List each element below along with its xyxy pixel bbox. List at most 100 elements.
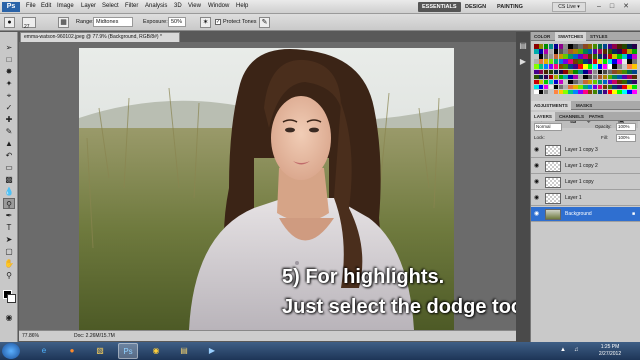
swatch[interactable] (617, 74, 622, 80)
swatch[interactable] (578, 89, 583, 95)
firefox-icon[interactable]: ● (62, 343, 82, 359)
swatch[interactable] (602, 69, 608, 75)
swatch[interactable] (553, 54, 559, 59)
swatch[interactable] (587, 84, 593, 90)
swatch[interactable] (587, 44, 593, 49)
swatch[interactable] (597, 74, 603, 80)
photoshop-icon[interactable]: Ps (118, 343, 138, 359)
swatch[interactable] (632, 49, 637, 54)
swatch[interactable] (583, 64, 588, 69)
swatch[interactable] (558, 69, 564, 75)
swatch[interactable] (612, 69, 617, 75)
swatch[interactable] (578, 54, 583, 59)
swatch[interactable] (563, 54, 568, 59)
eraser-tool-icon[interactable]: ▭ (3, 162, 15, 173)
swatch[interactable] (548, 84, 554, 90)
swatch[interactable] (597, 79, 603, 85)
swatch[interactable] (568, 54, 573, 59)
swatch[interactable] (583, 59, 588, 64)
swatch[interactable] (534, 64, 539, 69)
protect-tones-checkbox[interactable]: ✓ (215, 19, 221, 25)
menu-file[interactable]: File (26, 3, 36, 9)
brush-picker[interactable]: 27 (22, 17, 36, 30)
swatch[interactable] (607, 59, 613, 64)
workspace-essentials[interactable]: ESSENTIALS (418, 2, 461, 12)
explorer-icon[interactable]: ▧ (90, 343, 110, 359)
quick-mask-icon[interactable]: ◉ (3, 312, 15, 323)
swatch[interactable] (553, 44, 559, 49)
menu-analysis[interactable]: Analysis (145, 3, 167, 9)
swatch[interactable] (587, 59, 593, 64)
swatch[interactable] (573, 59, 578, 64)
swatch[interactable] (548, 89, 554, 95)
swatch[interactable] (538, 74, 544, 80)
swatch[interactable] (538, 54, 544, 59)
quick-select-tool-icon[interactable]: ✦ (3, 78, 15, 89)
background-color-swatch[interactable] (7, 294, 16, 303)
minimize-button[interactable]: – (593, 2, 605, 12)
zoom-tool-icon[interactable]: ⚲ (3, 270, 15, 281)
swatch[interactable] (617, 84, 622, 90)
swatch[interactable] (568, 74, 573, 80)
swatch[interactable] (543, 84, 549, 90)
tab-paths[interactable]: PATHS (586, 112, 607, 121)
swatch[interactable] (617, 59, 622, 64)
swatch[interactable] (632, 69, 637, 75)
menu-select[interactable]: Select (102, 3, 119, 9)
swatch[interactable] (627, 64, 632, 69)
swatch[interactable] (578, 64, 583, 69)
swatch[interactable] (553, 74, 559, 80)
swatch[interactable] (592, 59, 598, 64)
cs-live-button[interactable]: CS Live ▾ (552, 2, 586, 12)
swatch[interactable] (563, 69, 568, 75)
swatch[interactable] (602, 54, 608, 59)
swatch[interactable] (538, 49, 544, 54)
swatch[interactable] (543, 59, 549, 64)
exposure-field[interactable]: 50% (168, 17, 186, 27)
swatch[interactable] (573, 69, 578, 75)
swatch[interactable] (627, 49, 632, 54)
swatch[interactable] (607, 69, 613, 75)
swatch[interactable] (558, 59, 564, 64)
swatch[interactable] (548, 44, 554, 49)
swatch[interactable] (622, 89, 627, 95)
swatch[interactable] (573, 74, 578, 80)
layer-row[interactable]: ◉ Layer 1 copy 3 (531, 143, 640, 158)
swatch[interactable] (617, 79, 622, 85)
swatch[interactable] (622, 54, 627, 59)
swatch[interactable] (553, 89, 559, 95)
swatch[interactable] (538, 79, 544, 85)
swatch[interactable] (534, 79, 539, 85)
swatch[interactable] (568, 59, 573, 64)
swatch[interactable] (627, 69, 632, 75)
swatch[interactable] (602, 49, 608, 54)
fill-field[interactable]: 100% (616, 134, 636, 142)
swatch[interactable] (553, 69, 559, 75)
layer-row[interactable]: ◉ Layer 1 copy 2 (531, 159, 640, 174)
swatch[interactable] (558, 49, 564, 54)
blur-tool-icon[interactable]: 💧 (3, 186, 15, 197)
swatch[interactable] (534, 59, 539, 64)
menu-3d[interactable]: 3D (174, 3, 182, 9)
swatch[interactable] (622, 49, 627, 54)
swatch[interactable] (548, 79, 554, 85)
swatch[interactable] (583, 69, 588, 75)
eye-icon[interactable]: ◉ (534, 211, 541, 217)
swatch[interactable] (534, 69, 539, 75)
start-button[interactable] (2, 343, 20, 359)
swatch[interactable] (627, 59, 632, 64)
clone-stamp-tool-icon[interactable]: ▲ (3, 138, 15, 149)
swatch[interactable] (553, 84, 559, 90)
swatch[interactable] (622, 44, 627, 49)
swatch[interactable] (597, 49, 603, 54)
swatch[interactable] (612, 84, 617, 90)
swatch[interactable] (632, 59, 637, 64)
swatch[interactable] (553, 64, 559, 69)
pressure-icon[interactable]: ✎ (259, 17, 270, 28)
swatch[interactable] (627, 89, 632, 95)
brush-tool-icon[interactable]: ✎ (3, 126, 15, 137)
swatch[interactable] (548, 69, 554, 75)
swatch[interactable] (592, 84, 598, 90)
tab-swatches[interactable]: SWATCHES (555, 32, 587, 41)
swatch[interactable] (568, 84, 573, 90)
